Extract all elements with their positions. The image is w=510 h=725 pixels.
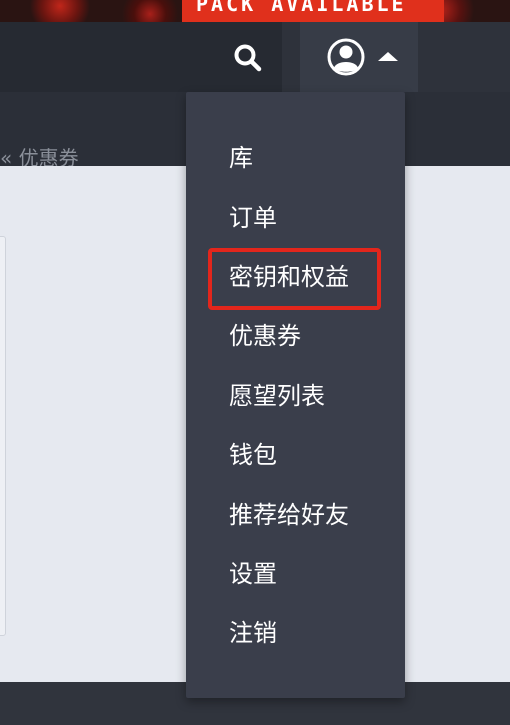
menu-item-keys-and-entitlements[interactable]: 密钥和权益 — [229, 257, 399, 297]
user-avatar-icon — [327, 38, 365, 76]
menu-item-orders[interactable]: 订单 — [229, 198, 399, 238]
menu-item-wishlist[interactable]: 愿望列表 — [229, 376, 399, 416]
search-input[interactable] — [0, 22, 282, 92]
top-header — [0, 22, 510, 92]
account-menu-toggle[interactable] — [300, 22, 418, 92]
banner-text: PACK AVAILABLE — [196, 0, 407, 16]
search-icon[interactable] — [232, 42, 264, 74]
content-card — [0, 236, 6, 636]
menu-item-library[interactable]: 库 — [229, 138, 399, 178]
menu-item-settings[interactable]: 设置 — [229, 554, 399, 594]
account-dropdown-menu: 库 订单 密钥和权益 优惠券 愿望列表 钱包 推荐给好友 设置 注销 — [186, 92, 405, 698]
caret-up-icon — [378, 52, 398, 61]
menu-item-wallet[interactable]: 钱包 — [229, 435, 399, 475]
menu-item-coupons[interactable]: 优惠券 — [229, 316, 399, 356]
menu-item-refer-a-friend[interactable]: 推荐给好友 — [229, 495, 399, 535]
promo-banner[interactable]: PACK AVAILABLE — [0, 0, 510, 22]
menu-item-logout[interactable]: 注销 — [229, 613, 399, 653]
